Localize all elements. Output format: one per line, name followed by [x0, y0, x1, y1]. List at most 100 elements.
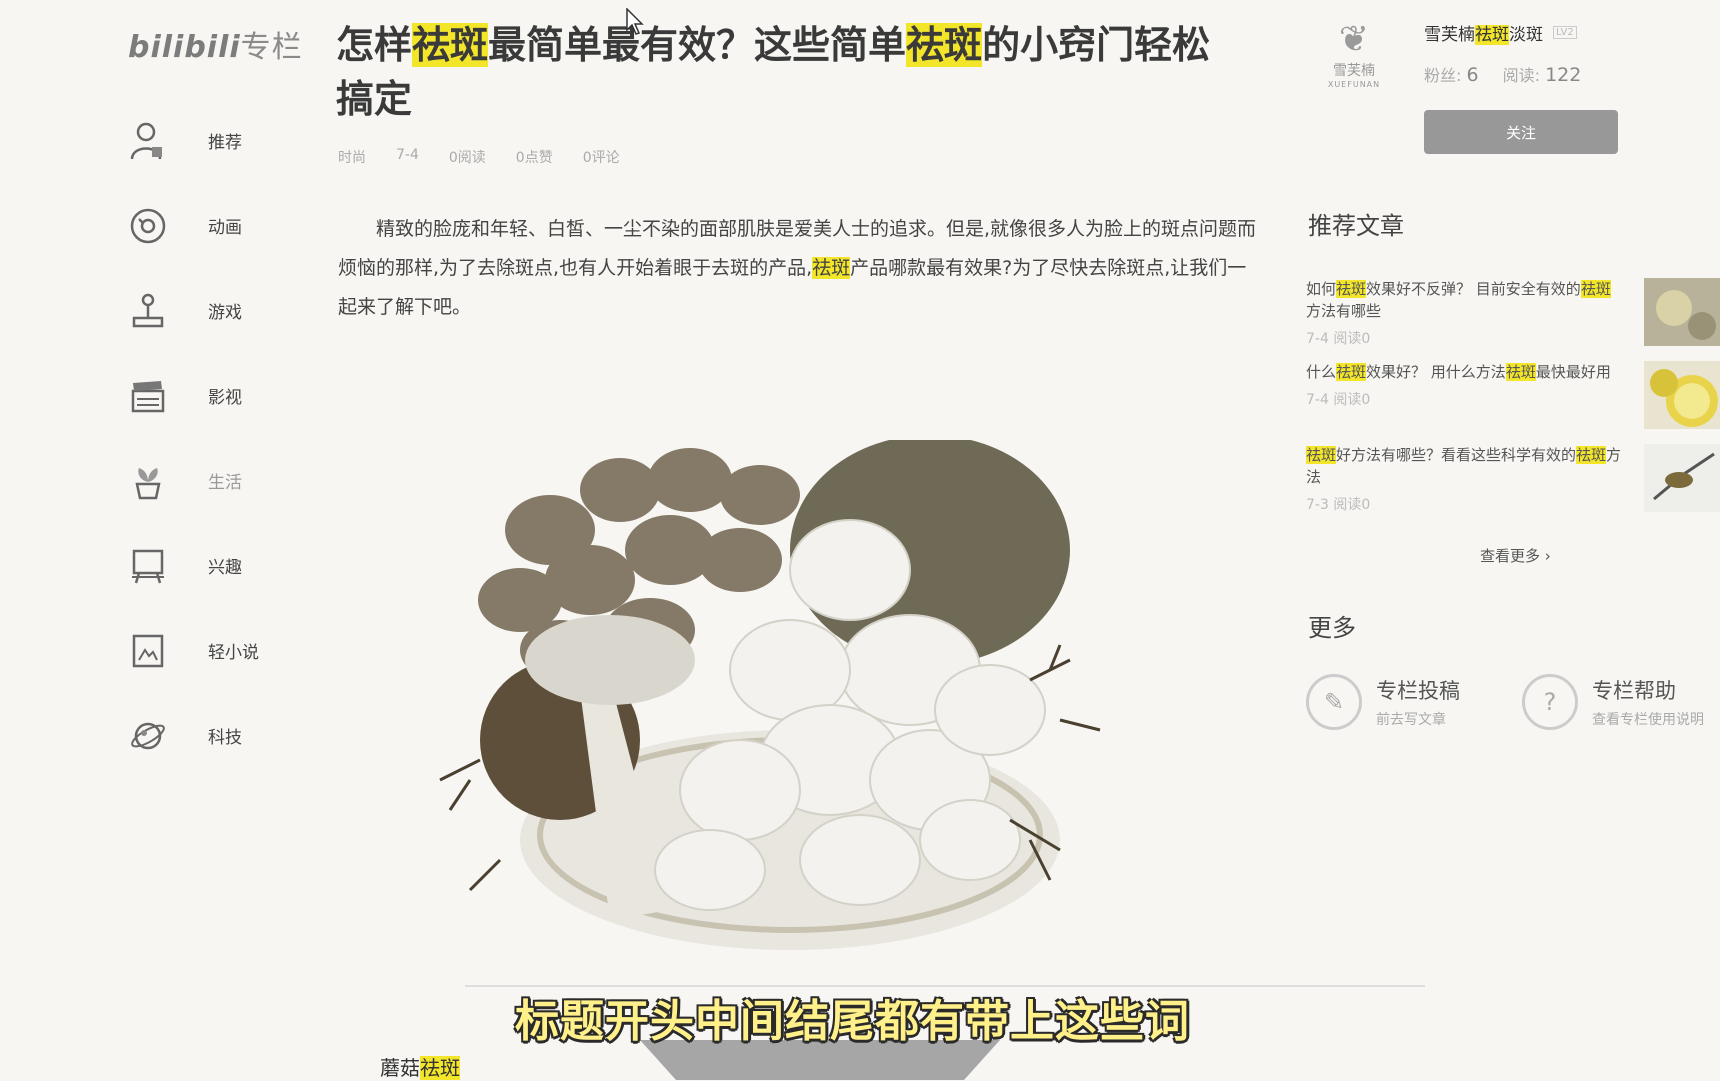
recommend-item-title[interactable]: 如何祛斑效果好不反弹？ 目前安全有效的祛斑方法有哪些: [1306, 278, 1622, 322]
reads-count: 122: [1545, 64, 1582, 86]
reads-stat: 阅读: 122: [1503, 62, 1582, 86]
avatar-logo-en: XUEFUNAN: [1327, 80, 1381, 89]
nav-label: 兴趣: [208, 558, 242, 578]
more-item-title: 专栏帮助: [1592, 679, 1676, 703]
recommend-item[interactable]: 什么祛斑效果好？ 用什么方法祛斑最快最好用 7-4 阅读0: [1306, 361, 1626, 409]
see-more-link[interactable]: 查看更多 ›: [1480, 545, 1551, 566]
recommend-item-title[interactable]: 什么祛斑效果好？ 用什么方法祛斑最快最好用: [1306, 361, 1622, 383]
rec-keyword: 祛斑: [1306, 446, 1337, 464]
recommend-title: 推荐文章: [1308, 212, 1404, 240]
title-text: 怎样: [336, 23, 413, 67]
meta-date: 7-4: [396, 147, 419, 163]
rec-text: 好方法有哪些？看看这些科学有效的: [1336, 446, 1577, 464]
nav-label: 动画: [208, 218, 242, 238]
plant-icon: [128, 461, 168, 501]
title-text: 最简单最有效？这些简单: [488, 23, 907, 67]
reads-label: 阅读:: [1502, 66, 1540, 85]
disc-icon: [128, 206, 168, 246]
nav-label: 推荐: [208, 133, 242, 153]
recommend-item-meta: 7-3 阅读0: [1306, 497, 1371, 513]
user-icon: [128, 121, 168, 161]
see-more-label: 查看更多: [1480, 547, 1541, 565]
recommend-item-meta: 7-4 阅读0: [1306, 392, 1371, 408]
author-name[interactable]: 雪芙楠祛斑淡斑 LV2: [1424, 20, 1577, 45]
logo-suffix: 专栏: [240, 30, 303, 65]
more-item-sub: 查看专栏使用说明: [1592, 712, 1704, 728]
rec-text: 效果好？ 用什么方法: [1366, 363, 1506, 381]
meta-likes: 0点赞: [515, 150, 553, 166]
nav-item-recommend[interactable]: 推荐: [128, 98, 288, 183]
rec-text: 效果好不反弹？ 目前安全有效的: [1366, 280, 1581, 298]
video-subtitle: 标题开头中间结尾都有带上这些词: [515, 996, 1190, 1047]
rec-keyword: 祛斑: [1336, 363, 1367, 381]
pen-icon: ✎: [1306, 674, 1362, 730]
fans-label: 粉丝:: [1424, 66, 1462, 85]
nav-label: 影视: [208, 388, 242, 408]
recommend-item-meta: 7-4 阅读0: [1306, 331, 1371, 347]
meta-category[interactable]: 时尚: [338, 147, 366, 167]
nav-label: 生活: [208, 473, 242, 493]
planet-icon: [128, 716, 168, 756]
recommend-thumbnail[interactable]: [1644, 278, 1720, 346]
clapperboard-icon: [128, 376, 168, 416]
bilibili-column-logo[interactable]: bilibili专栏: [128, 22, 303, 66]
recommend-item[interactable]: 如何祛斑效果好不反弹？ 目前安全有效的祛斑方法有哪些 7-4 阅读0: [1306, 278, 1626, 348]
mouse-cursor-icon: [626, 7, 646, 40]
meta-reads: 0阅读: [448, 150, 486, 166]
fans-stat: 粉丝: 6: [1424, 62, 1479, 86]
title-keyword: 祛斑: [906, 23, 983, 67]
nav-item-life[interactable]: 生活: [128, 438, 288, 523]
easel-icon: [128, 546, 168, 586]
rec-text: 方法有哪些: [1306, 302, 1382, 320]
fans-count: 6: [1466, 64, 1479, 86]
lotus-logo-icon: ❦: [1338, 19, 1370, 60]
title-keyword: 祛斑: [412, 23, 489, 67]
author-name-text: 雪芙楠祛斑淡斑: [1424, 20, 1543, 45]
recommend-item-title[interactable]: 祛斑好方法有哪些？看看这些科学有效的祛斑方法: [1306, 444, 1622, 488]
column-submit-link[interactable]: ✎ 专栏投稿 前去写文章: [1306, 674, 1460, 730]
rec-keyword: 祛斑: [1576, 446, 1607, 464]
more-item-text: 专栏投稿 前去写文章: [1376, 675, 1460, 729]
author-stats: 粉丝: 6 阅读: 122: [1424, 62, 1581, 86]
more-item-sub: 前去写文章: [1376, 712, 1446, 728]
avatar-logo-text: 雪芙楠: [1333, 63, 1375, 79]
level-badge: LV2: [1553, 26, 1577, 39]
nav-item-game[interactable]: 游戏: [128, 268, 288, 353]
question-icon: ?: [1522, 674, 1578, 730]
author-avatar[interactable]: ❦ 雪芙楠 XUEFUNAN: [1316, 20, 1392, 100]
recommend-thumbnail[interactable]: [1644, 361, 1720, 429]
article-title: 怎样祛斑最简单最有效？这些简单祛斑的小窍门轻松搞定: [336, 18, 1236, 126]
name-part: 淡斑: [1509, 25, 1543, 45]
meta-comments: 0评论: [582, 150, 620, 166]
caption-keyword: 祛斑: [420, 1056, 460, 1080]
mushroom-image: [410, 435, 1170, 980]
recommend-item[interactable]: 祛斑好方法有哪些？看看这些科学有效的祛斑方法 7-3 阅读0: [1306, 444, 1626, 514]
rec-keyword: 祛斑: [1336, 280, 1367, 298]
article-body: 精致的脸庞和年轻、白皙、一尘不染的面部肌肤是爱美人士的追求。但是,就像很多人为脸…: [338, 210, 1260, 327]
more-item-text: 专栏帮助 查看专栏使用说明: [1592, 675, 1704, 729]
rec-text: 如何: [1306, 280, 1337, 298]
nav-label: 轻小说: [208, 643, 259, 663]
nav-item-light-novel[interactable]: 轻小说: [128, 608, 288, 693]
chevron-right-icon: ›: [1544, 547, 1551, 565]
follow-button[interactable]: 关注: [1424, 110, 1618, 154]
nav-item-tech[interactable]: 科技: [128, 693, 288, 778]
body-keyword: 祛斑: [812, 257, 851, 279]
rec-text: 什么: [1306, 363, 1337, 381]
nav-item-film[interactable]: 影视: [128, 353, 288, 438]
column-help-link[interactable]: ? 专栏帮助 查看专栏使用说明: [1522, 674, 1704, 730]
book-icon: [128, 631, 168, 671]
logo-brand: bilibili: [128, 30, 241, 65]
name-part: 雪芙楠: [1424, 25, 1475, 45]
nav-item-anime[interactable]: 动画: [128, 183, 288, 268]
rec-keyword: 祛斑: [1580, 280, 1611, 298]
nav-item-interest[interactable]: 兴趣: [128, 523, 288, 608]
more-item-title: 专栏投稿: [1376, 679, 1460, 703]
rec-keyword: 祛斑: [1505, 363, 1536, 381]
sidebar-nav: 推荐 动画 游戏 影视 生活 兴趣 轻小说 科技: [128, 98, 288, 778]
recommend-thumbnail[interactable]: [1644, 444, 1720, 512]
caption-text: 蘑菇: [380, 1056, 420, 1080]
name-keyword: 祛斑: [1475, 25, 1509, 45]
nav-label: 游戏: [208, 303, 242, 323]
image-caption: 蘑菇祛斑: [380, 1052, 460, 1081]
